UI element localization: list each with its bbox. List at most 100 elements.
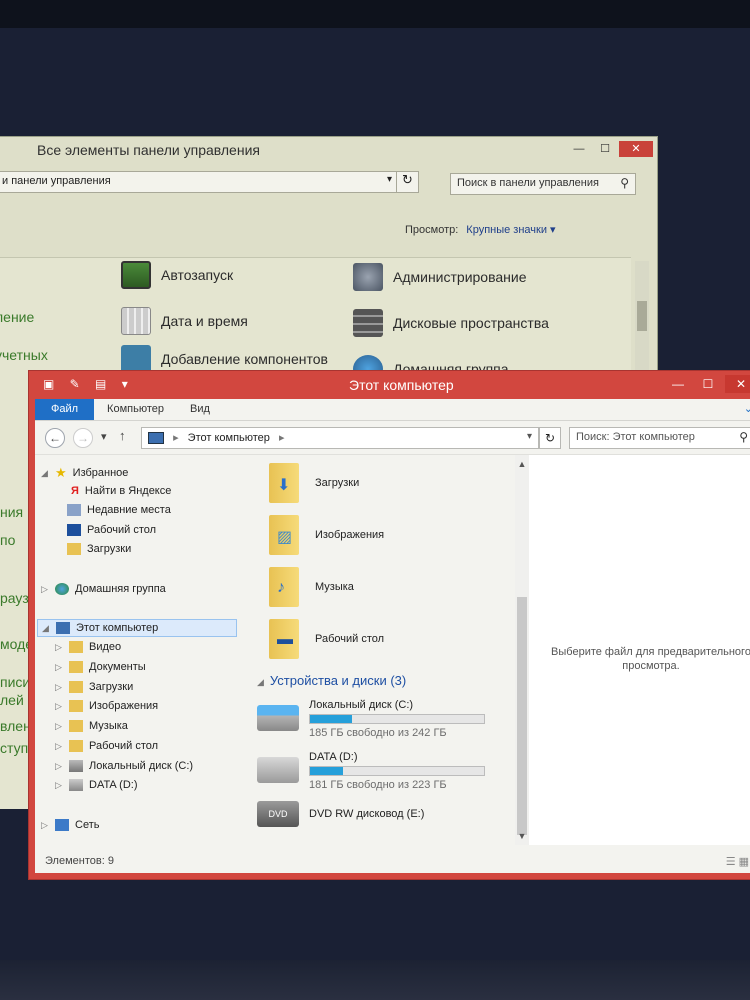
cp-left-fragment[interactable]: ление bbox=[0, 309, 34, 325]
tab-file[interactable]: Файл bbox=[35, 399, 95, 420]
file-list[interactable]: ⬇ Загрузки ▨ Изображения ♪ Музыка ▬ Рабо… bbox=[247, 455, 515, 845]
scroll-thumb[interactable] bbox=[517, 597, 527, 835]
close-button[interactable]: ✕ bbox=[619, 141, 653, 157]
windows-features-icon bbox=[121, 345, 151, 373]
drive-usage-fill bbox=[310, 767, 344, 775]
file-list-scrollbar[interactable]: ▲ ▼ bbox=[515, 455, 529, 845]
nav-item-video[interactable]: ▷ Видео bbox=[55, 641, 121, 653]
homegroup-icon bbox=[55, 583, 69, 595]
expand-arrow-icon[interactable]: ▷ bbox=[55, 741, 63, 752]
expand-arrow-icon[interactable]: ▷ bbox=[55, 701, 63, 712]
drive-dvd[interactable]: DVD DVD RW дисковод (E:) bbox=[257, 801, 424, 827]
drive-c[interactable]: Локальный диск (C:) 185 ГБ свободно из 2… bbox=[257, 699, 485, 739]
view-value[interactable]: Крупные значки ▾ bbox=[466, 224, 555, 236]
collapse-arrow-icon[interactable]: ◢ bbox=[257, 677, 264, 687]
navigation-pane[interactable]: ◢ ★ Избранное Я Найти в Яндексе Недавние… bbox=[35, 455, 247, 845]
nav-homegroup[interactable]: ▷ Домашняя группа bbox=[41, 583, 166, 595]
explorer-titlebar[interactable]: ▣ ✎ ▤ ▾ Этот компьютер — ☐ ✕ bbox=[29, 371, 750, 399]
desktop-icon bbox=[67, 524, 81, 536]
folder-music[interactable]: ♪ Музыка bbox=[269, 567, 354, 607]
preview-hint: Выберите файл для предварительного просм… bbox=[551, 646, 750, 672]
nav-item-local-disk-c[interactable]: ▷ Локальный диск (C:) bbox=[55, 760, 193, 772]
maximize-button[interactable]: ☐ bbox=[695, 375, 721, 393]
cp-left-fragment[interactable]: ступ bbox=[0, 740, 28, 756]
explorer-window[interactable]: ▣ ✎ ▤ ▾ Этот компьютер — ☐ ✕ Файл Компью… bbox=[28, 370, 750, 880]
nav-item-downloads-pc[interactable]: ▷ Загрузки bbox=[55, 681, 133, 693]
cp-item-add-features[interactable]: Добавление компонентов bbox=[121, 345, 328, 373]
expand-arrow-icon[interactable]: ▷ bbox=[41, 820, 49, 831]
control-panel-titlebar[interactable]: Все элементы панели управления — ☐ ✕ bbox=[0, 137, 657, 165]
monitor-bezel-bottom bbox=[0, 960, 750, 1000]
cp-left-fragment[interactable]: влен bbox=[0, 718, 31, 734]
refresh-button[interactable]: ↻ bbox=[539, 427, 561, 449]
cp-left-fragment[interactable]: лей bbox=[0, 692, 24, 708]
nav-item-data-d[interactable]: ▷ DATA (D:) bbox=[55, 779, 137, 791]
expand-ribbon-icon[interactable]: ⌄ bbox=[744, 402, 750, 415]
folder-desktop[interactable]: ▬ Рабочий стол bbox=[269, 619, 384, 659]
search-input[interactable]: Поиск: Этот компьютер ⚲ bbox=[569, 427, 750, 449]
control-panel-address-bar[interactable]: и панели управления ▾ ↻ bbox=[0, 171, 419, 193]
chevron-down-icon[interactable]: ▾ bbox=[527, 431, 532, 442]
expand-arrow-icon[interactable]: ▷ bbox=[55, 682, 63, 693]
refresh-icon[interactable]: ↻ bbox=[396, 172, 418, 192]
maximize-button[interactable]: ☐ bbox=[593, 141, 617, 157]
expand-arrow-icon[interactable]: ◢ bbox=[41, 468, 49, 479]
cp-left-fragment[interactable]: учетных bbox=[0, 347, 48, 363]
search-icon[interactable]: ⚲ bbox=[620, 176, 629, 190]
nav-item-yandex[interactable]: Я Найти в Яндексе bbox=[71, 485, 171, 497]
expand-arrow-icon[interactable]: ▷ bbox=[41, 584, 49, 595]
nav-item-recent[interactable]: Недавние места bbox=[67, 504, 171, 516]
folder-downloads[interactable]: ⬇ Загрузки bbox=[269, 463, 359, 503]
breadcrumb-separator-icon[interactable]: ▸ bbox=[173, 432, 179, 444]
cp-item-autoplay[interactable]: Автозапуск bbox=[121, 261, 233, 289]
cp-item-date-time[interactable]: Дата и время bbox=[121, 307, 248, 335]
scroll-up-icon[interactable]: ▲ bbox=[515, 459, 529, 469]
forward-button[interactable]: → bbox=[73, 428, 93, 448]
recent-locations-icon[interactable]: ▾ bbox=[101, 430, 107, 443]
view-toggle-icons[interactable]: ☰ ▦ bbox=[726, 855, 749, 868]
nav-label: Этот компьютер bbox=[76, 622, 159, 634]
expand-arrow-icon[interactable]: ▷ bbox=[55, 721, 63, 732]
expand-arrow-icon[interactable]: ▷ bbox=[55, 761, 63, 772]
address-bar[interactable]: ▸ Этот компьютер ▸ ▾ bbox=[141, 427, 539, 449]
view-selector[interactable]: Просмотр: Крупные значки ▾ bbox=[405, 223, 556, 236]
breadcrumb-separator-icon[interactable]: ▸ bbox=[279, 432, 285, 444]
cp-left-fragment[interactable]: по bbox=[0, 532, 15, 548]
expand-arrow-icon[interactable]: ▷ bbox=[55, 662, 63, 673]
nav-favorites[interactable]: ◢ ★ Избранное bbox=[41, 465, 128, 481]
control-panel-search-input[interactable]: Поиск в панели управления ⚲ bbox=[450, 173, 636, 195]
nav-item-desktop[interactable]: Рабочий стол bbox=[67, 524, 156, 536]
nav-item-music[interactable]: ▷ Музыка bbox=[55, 720, 128, 732]
scroll-down-icon[interactable]: ▼ bbox=[515, 831, 529, 841]
nav-label: Документы bbox=[89, 661, 146, 673]
network-icon bbox=[55, 819, 69, 831]
expand-arrow-icon[interactable]: ▷ bbox=[55, 642, 63, 653]
back-button[interactable]: ← bbox=[45, 428, 65, 448]
chevron-down-icon[interactable]: ▾ bbox=[387, 174, 392, 185]
folder-pictures[interactable]: ▨ Изображения bbox=[269, 515, 384, 555]
drive-d[interactable]: DATA (D:) 181 ГБ свободно из 223 ГБ bbox=[257, 751, 485, 791]
nav-network[interactable]: ▷ Сеть bbox=[41, 819, 99, 831]
nav-item-pictures[interactable]: ▷ Изображения bbox=[55, 700, 158, 712]
cp-left-fragment[interactable]: ния bbox=[0, 504, 23, 520]
tab-computer[interactable]: Компьютер bbox=[94, 399, 177, 420]
expand-arrow-icon[interactable]: ▷ bbox=[55, 780, 63, 791]
nav-this-pc[interactable]: ◢ Этот компьютер bbox=[37, 619, 237, 637]
nav-item-desktop-pc[interactable]: ▷ Рабочий стол bbox=[55, 740, 158, 752]
cp-left-fragment[interactable]: писи bbox=[0, 674, 30, 690]
cp-item-storage-spaces[interactable]: Дисковые пространства bbox=[353, 309, 549, 337]
minimize-button[interactable]: — bbox=[567, 141, 591, 157]
quick-access-toolbar[interactable]: ▣ ✎ ▤ ▾ bbox=[43, 377, 134, 391]
minimize-button[interactable]: — bbox=[665, 375, 691, 393]
nav-item-documents[interactable]: ▷ Документы bbox=[55, 661, 146, 673]
close-button[interactable]: ✕ bbox=[725, 375, 750, 393]
nav-item-downloads[interactable]: Загрузки bbox=[67, 543, 131, 555]
up-button[interactable]: ↑ bbox=[119, 428, 126, 443]
tab-view[interactable]: Вид bbox=[177, 399, 223, 420]
breadcrumb[interactable]: Этот компьютер bbox=[188, 432, 270, 444]
devices-group-header[interactable]: ◢ Устройства и диски (3) bbox=[257, 673, 406, 688]
expand-arrow-icon[interactable]: ◢ bbox=[42, 623, 50, 634]
drive-name: DVD RW дисковод (E:) bbox=[309, 808, 425, 820]
cp-item-administration[interactable]: Администрирование bbox=[353, 263, 527, 291]
search-icon[interactable]: ⚲ bbox=[739, 430, 748, 444]
